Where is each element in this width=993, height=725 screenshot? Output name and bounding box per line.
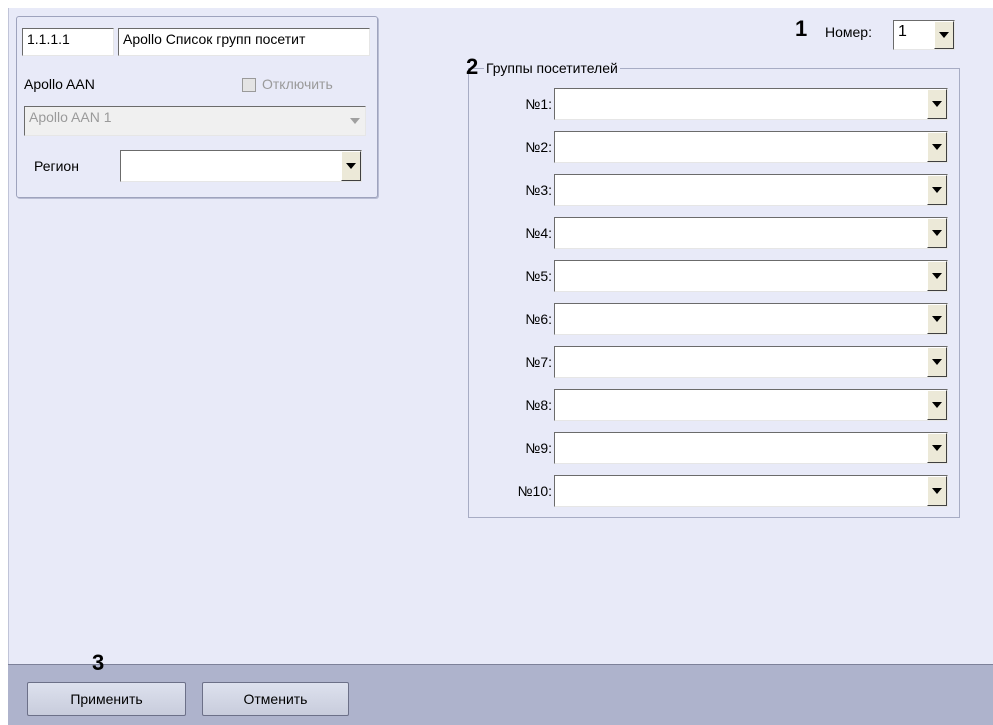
group-label-3: №3: [525,182,552,198]
group-select-dropdown[interactable] [927,304,947,334]
chevron-down-icon [932,273,942,279]
group-label-10: №10: [517,483,552,499]
region-select[interactable] [120,150,362,182]
chevron-down-icon [932,316,942,322]
number-select[interactable]: 1 [893,20,955,50]
number-select-dropdown[interactable] [934,21,954,49]
group-select-5[interactable] [554,260,948,292]
group-select-8[interactable] [554,389,948,421]
group-label-1: №1: [525,96,552,112]
aan-select-value: Apollo AAN 1 [29,109,112,125]
group-label-8: №8: [525,397,552,413]
callout-1: 1 [795,16,808,41]
group-select-3[interactable] [554,174,948,206]
group-select-dropdown[interactable] [927,89,947,119]
callout-3: 3 [92,650,105,675]
number-select-value: 1 [898,23,907,40]
group-select-dropdown[interactable] [927,390,947,420]
group-select-dropdown[interactable] [927,476,947,506]
apply-button[interactable]: Применить [27,682,186,716]
chevron-down-icon [932,230,942,236]
group-select-dropdown[interactable] [927,433,947,463]
region-label: Регион [34,158,79,174]
callout-2: 2 [466,54,479,79]
group-label-2: №2: [525,139,552,155]
group-select-7[interactable] [554,346,948,378]
cancel-button[interactable]: Отменить [202,682,349,716]
group-select-1[interactable] [554,88,948,120]
chevron-down-icon [939,32,949,38]
group-select-dropdown[interactable] [927,218,947,248]
disable-checkbox[interactable] [242,78,256,92]
group-select-10[interactable] [554,475,948,507]
group-select-dropdown[interactable] [927,132,947,162]
aan-select: Apollo AAN 1 [24,106,366,136]
region-select-dropdown[interactable] [341,151,361,181]
group-select-dropdown[interactable] [927,175,947,205]
object-name-field[interactable]: Apollo Список групп посетит [118,28,370,56]
group-label-5: №5: [525,268,552,284]
group-label-7: №7: [525,354,552,370]
disable-label: Отключить [262,76,333,92]
chevron-down-icon [932,101,942,107]
group-select-9[interactable] [554,432,948,464]
chevron-down-icon [350,118,360,124]
chevron-down-icon [932,359,942,365]
chevron-down-icon [932,488,942,494]
visitor-groups-title: Группы посетителей [484,60,620,76]
group-select-4[interactable] [554,217,948,249]
chevron-down-icon [346,163,356,169]
chevron-down-icon [932,402,942,408]
number-label: Номер: [825,24,872,40]
group-select-dropdown[interactable] [927,347,947,377]
group-select-6[interactable] [554,303,948,335]
chevron-down-icon [932,445,942,451]
aan-select-dropdown [345,107,365,135]
chevron-down-icon [932,144,942,150]
group-label-6: №6: [525,311,552,327]
chevron-down-icon [932,187,942,193]
aan-label: Apollo AAN [24,76,95,92]
group-select-2[interactable] [554,131,948,163]
object-id-field[interactable]: 1.1.1.1 [22,28,114,56]
group-label-4: №4: [525,225,552,241]
group-select-dropdown[interactable] [927,261,947,291]
group-label-9: №9: [525,440,552,456]
